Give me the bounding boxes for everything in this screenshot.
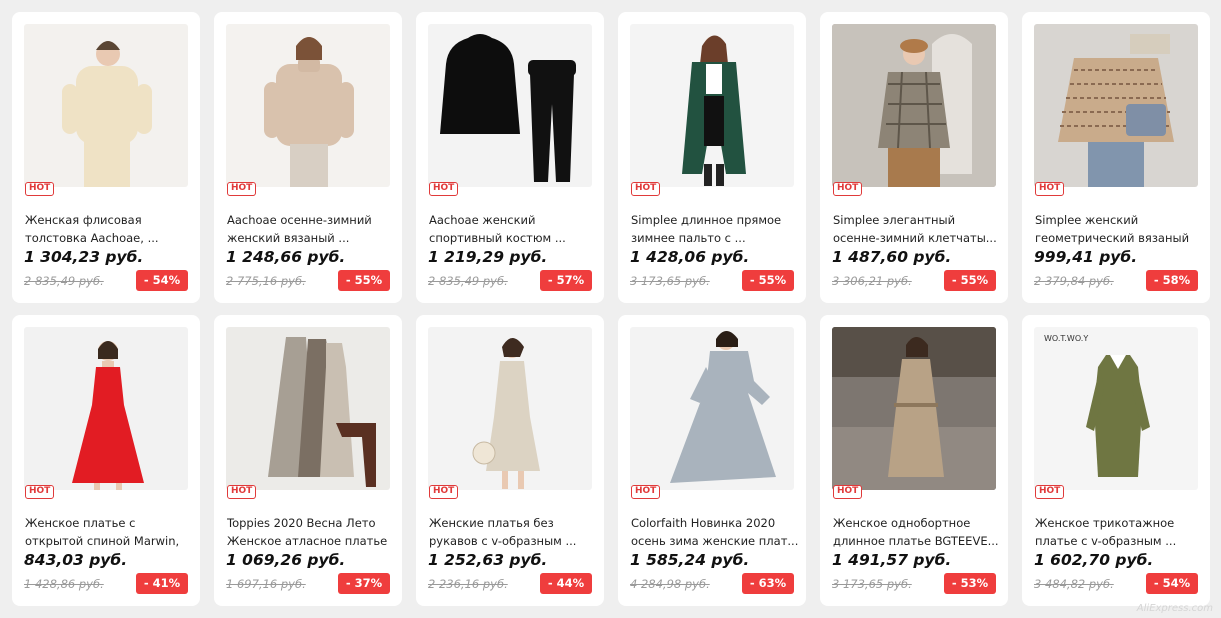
product-image[interactable] (630, 24, 794, 187)
hot-badge: HOT (227, 485, 257, 499)
old-price: 3 173,65 руб. (832, 577, 912, 591)
product-card[interactable]: HOT Aachoae осенне-зимний женский вязаный… (214, 12, 402, 303)
product-card[interactable]: HOT Aachoae женский спортивный костюм ...… (416, 12, 604, 303)
hot-badge: HOT (25, 485, 55, 499)
discount-badge: - 55% (742, 270, 794, 291)
product-image[interactable] (24, 327, 188, 490)
product-card[interactable]: HOT Colorfaith Новинка 2020 осень зима же… (618, 315, 806, 606)
discount-badge: - 37% (338, 573, 390, 594)
old-price: 4 284,98 руб. (630, 577, 710, 591)
product-title[interactable]: Женское однобортное длинное платье BGTEE… (833, 514, 1001, 550)
product-price: 1 248,66 руб. (226, 248, 346, 266)
old-price: 2 379,84 руб. (1034, 274, 1114, 288)
old-price: 3 173,65 руб. (630, 274, 710, 288)
product-image[interactable] (630, 327, 794, 490)
hot-badge: HOT (429, 182, 459, 196)
discount-badge: - 53% (944, 573, 996, 594)
product-price: 999,41 руб. (1034, 248, 1138, 266)
product-price: 1 487,60 руб. (832, 248, 952, 266)
product-title[interactable]: Женское платье с открытой спиной Marwin,… (25, 514, 193, 550)
product-image[interactable] (832, 24, 996, 187)
product-image[interactable] (226, 327, 390, 490)
discount-badge: - 55% (338, 270, 390, 291)
old-price: 2 835,49 руб. (24, 274, 104, 288)
discount-badge: - 54% (1146, 573, 1198, 594)
discount-badge: - 44% (540, 573, 592, 594)
product-image[interactable] (24, 24, 188, 187)
product-card[interactable]: HOT Toppies 2020 Весна Лето Женское атлас… (214, 315, 402, 606)
product-price: 1 491,57 руб. (832, 551, 952, 569)
product-card[interactable]: WO.T.WO.Y HOT Женское трикотажное платье с… (1022, 315, 1210, 606)
product-grid: HOT Женская флисовая толстовка Aachoae, .… (12, 12, 1210, 606)
hot-badge: HOT (631, 182, 661, 196)
product-price: 1 585,24 руб. (630, 551, 750, 569)
brand-logo-text: WO.T.WO.Y (1044, 334, 1088, 343)
watermark: AliExpress.com (1136, 603, 1213, 614)
product-title[interactable]: Aachoae осенне-зимний женский вязаный ..… (227, 211, 395, 247)
discount-badge: - 54% (136, 270, 188, 291)
product-title[interactable]: Simplee женский геометрический вязаный .… (1035, 211, 1203, 247)
product-price: 1 428,06 руб. (630, 248, 750, 266)
old-price: 2 835,49 руб. (428, 274, 508, 288)
product-card[interactable]: HOT Женское платье с открытой спиной Marw… (12, 315, 200, 606)
product-price: 1 219,29 руб. (428, 248, 548, 266)
product-title[interactable]: Toppies 2020 Весна Лето Женское атласное… (227, 514, 395, 550)
product-image[interactable] (1034, 24, 1198, 187)
product-card[interactable]: HOT Simplee элегантный осенне-зимний клет… (820, 12, 1008, 303)
hot-badge: HOT (25, 182, 55, 196)
old-price: 3 306,21 руб. (832, 274, 912, 288)
discount-badge: - 57% (540, 270, 592, 291)
product-title[interactable]: Aachoae женский спортивный костюм ... (429, 211, 597, 247)
product-title[interactable]: Женское трикотажное платье с v-образным … (1035, 514, 1203, 550)
product-title[interactable]: Simplee длинное прямое зимнее пальто с .… (631, 211, 799, 247)
product-title[interactable]: Colorfaith Новинка 2020 осень зима женск… (631, 514, 799, 550)
hot-badge: HOT (1035, 485, 1065, 499)
discount-badge: - 63% (742, 573, 794, 594)
old-price: 3 484,82 руб. (1034, 577, 1114, 591)
product-card[interactable]: HOT Simplee женский геометрический вязаны… (1022, 12, 1210, 303)
product-image[interactable] (428, 24, 592, 187)
hot-badge: HOT (227, 182, 257, 196)
product-card[interactable]: HOT Женское однобортное длинное платье BG… (820, 315, 1008, 606)
product-card[interactable]: HOT Женская флисовая толстовка Aachoae, .… (12, 12, 200, 303)
product-price: 1 069,26 руб. (226, 551, 346, 569)
old-price: 2 236,16 руб. (428, 577, 508, 591)
product-price: 1 304,23 руб. (24, 248, 144, 266)
product-card[interactable]: HOT Simplee длинное прямое зимнее пальто … (618, 12, 806, 303)
hot-badge: HOT (833, 485, 863, 499)
discount-badge: - 58% (1146, 270, 1198, 291)
hot-badge: HOT (429, 485, 459, 499)
product-title[interactable]: Женская флисовая толстовка Aachoae, ... (25, 211, 193, 247)
hot-badge: HOT (1035, 182, 1065, 196)
old-price: 1 428,86 руб. (24, 577, 104, 591)
hot-badge: HOT (833, 182, 863, 196)
discount-badge: - 55% (944, 270, 996, 291)
product-image[interactable]: WO.T.WO.Y (1034, 327, 1198, 490)
product-title[interactable]: Simplee элегантный осенне-зимний клетчат… (833, 211, 1001, 247)
product-price: 843,03 руб. (24, 551, 128, 569)
product-image[interactable] (428, 327, 592, 490)
product-image[interactable] (226, 24, 390, 187)
old-price: 2 775,16 руб. (226, 274, 306, 288)
product-image[interactable] (832, 327, 996, 490)
product-title[interactable]: Женские платья без рукавов с v-образным … (429, 514, 597, 550)
product-price: 1 252,63 руб. (428, 551, 548, 569)
product-card[interactable]: HOT Женские платья без рукавов с v-образн… (416, 315, 604, 606)
old-price: 1 697,16 руб. (226, 577, 306, 591)
hot-badge: HOT (631, 485, 661, 499)
discount-badge: - 41% (136, 573, 188, 594)
product-price: 1 602,70 руб. (1034, 551, 1154, 569)
